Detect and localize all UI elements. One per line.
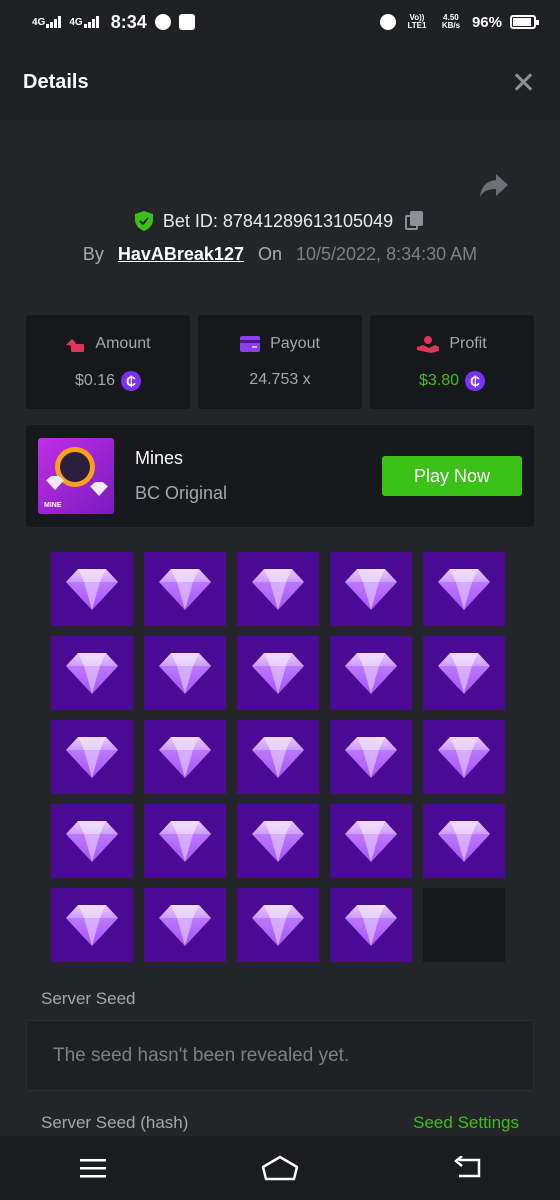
empty-tile <box>423 888 505 962</box>
volte-indicator: Vo)) LTE1 <box>407 13 427 30</box>
server-seed-field: The seed hasn't been revealed yet. <box>26 1020 534 1091</box>
details-header: Details <box>0 44 560 120</box>
gem-tile <box>330 804 412 878</box>
play-now-button[interactable]: Play Now <box>382 456 522 496</box>
gem-tile <box>144 804 226 878</box>
amount-value: $0.16 <box>74 372 116 389</box>
seed-settings-link[interactable]: Seed Settings <box>413 1113 519 1133</box>
gem-tile <box>51 720 133 794</box>
gem-tile <box>237 552 319 626</box>
stat-profit: Profit $3.80 ₵ <box>370 315 534 409</box>
telegram-icon <box>154 14 171 30</box>
gem-tile <box>423 552 505 626</box>
gem-tile <box>237 720 319 794</box>
gem-tile <box>144 636 226 710</box>
bet-date: 10/5/2022, 8:34:30 AM <box>295 244 478 264</box>
gem-tile <box>423 720 505 794</box>
stat-payout: Payout 24.753 x <box>198 315 362 409</box>
amount-icon <box>66 339 85 352</box>
profit-label: Profit <box>449 335 487 352</box>
gem-tile <box>51 552 133 626</box>
signal-icon-2: 4G <box>69 16 99 28</box>
by-label: By <box>82 244 104 264</box>
page-title: Details <box>23 70 89 93</box>
gem-tile <box>330 720 412 794</box>
network-speed: 4.50 KB/s <box>441 13 461 30</box>
game-subtitle: BC Original <box>135 483 228 503</box>
facebook-icon <box>178 14 195 30</box>
mines-thumbnail[interactable]: MINE <box>38 438 114 514</box>
coin-icon: ₵ <box>121 371 142 391</box>
thumbnail-label: MINE <box>44 502 62 509</box>
gem-tile <box>51 636 133 710</box>
status-bar: 4G 4G 8:34 Vo)) LTE1 4.50 KB/s 96% <box>0 0 560 44</box>
gem-tile <box>144 552 226 626</box>
verified-shield-icon <box>134 211 153 231</box>
gem-tile <box>423 636 505 710</box>
gem-tile <box>51 804 133 878</box>
back-icon[interactable] <box>437 1148 497 1188</box>
alarm-icon <box>379 14 396 30</box>
gem-tile <box>237 804 319 878</box>
gem-tile <box>144 888 226 962</box>
payout-value: 24.753 x <box>249 371 311 388</box>
menu-icon[interactable] <box>63 1148 123 1188</box>
payout-card-icon <box>240 336 261 352</box>
gem-tile <box>330 552 412 626</box>
bet-id: Bet ID: 87841289613105049 <box>162 210 394 231</box>
battery-percent: 96% <box>471 13 502 31</box>
gem-tile <box>237 636 319 710</box>
stat-amount: Amount $0.16 ₵ <box>26 315 190 409</box>
gem-tile <box>423 804 505 878</box>
gem-tile <box>330 636 412 710</box>
bet-author-row: By HavABreak127 On 10/5/2022, 8:34:30 AM <box>0 244 560 265</box>
gem-tile <box>144 720 226 794</box>
close-icon[interactable] <box>509 68 537 96</box>
game-card: MINE Mines BC Original Play Now <box>26 425 534 527</box>
amount-label: Amount <box>95 335 151 352</box>
bet-stats: Amount $0.16 ₵ Payout 24.753 x Profit $3… <box>26 315 534 409</box>
username-link[interactable]: HavABreak127 <box>118 244 244 265</box>
profit-icon <box>417 336 440 353</box>
home-icon[interactable] <box>250 1148 310 1188</box>
game-name: Mines <box>135 448 184 468</box>
server-seed-hash-label: Server Seed (hash) <box>41 1113 189 1132</box>
profit-value: $3.80 <box>418 372 460 389</box>
gem-tile <box>237 888 319 962</box>
signal-icon: 4G <box>32 16 62 28</box>
battery-icon <box>510 15 539 29</box>
payout-label: Payout <box>270 335 320 352</box>
on-label: On <box>257 244 282 264</box>
system-nav-bar <box>0 1136 560 1200</box>
coin-icon: ₵ <box>465 371 486 391</box>
mines-grid <box>51 552 506 962</box>
gem-tile <box>51 888 133 962</box>
copy-icon[interactable] <box>403 210 425 232</box>
share-icon[interactable] <box>478 172 510 200</box>
bet-id-row: Bet ID: 87841289613105049 <box>0 210 560 232</box>
server-seed-label: Server Seed <box>41 989 136 1008</box>
gem-tile <box>330 888 412 962</box>
clock: 8:34 <box>110 11 147 32</box>
